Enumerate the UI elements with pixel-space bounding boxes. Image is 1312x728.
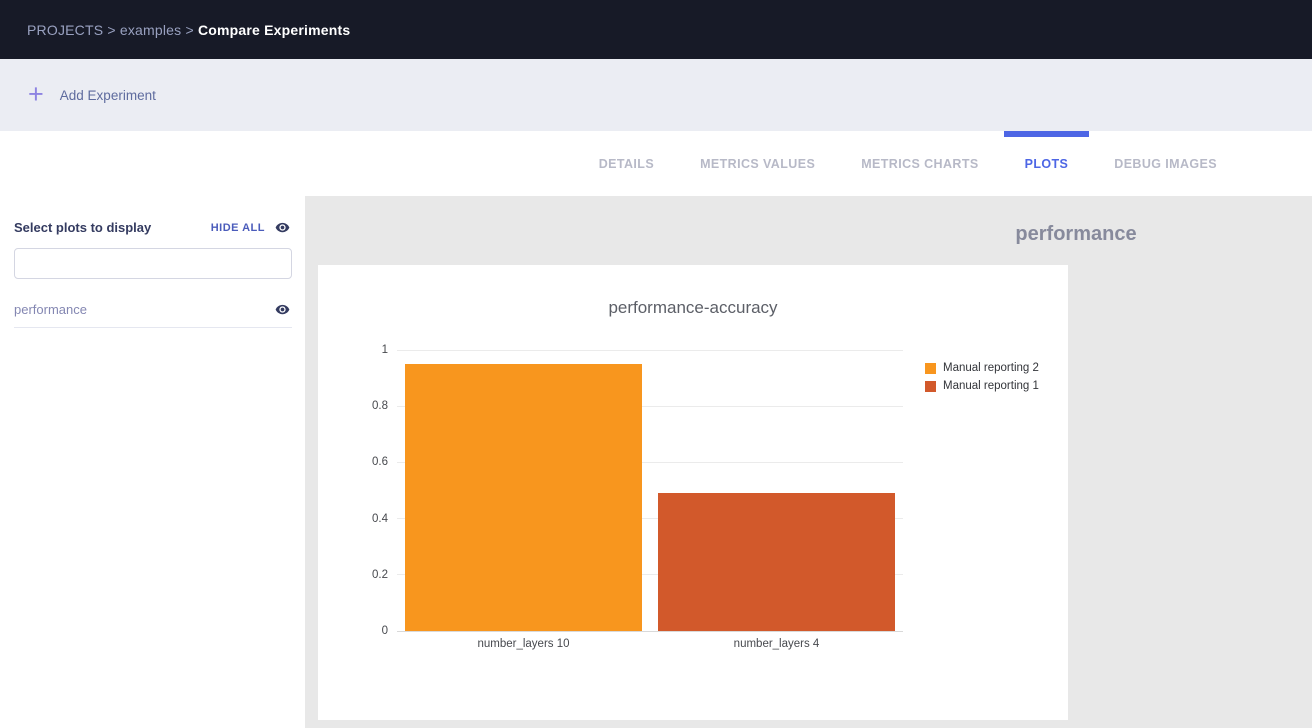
content: Select plots to display HIDE ALL perform…: [0, 196, 1312, 728]
app: PROJECTS > examples > Compare Experiment…: [0, 0, 1312, 728]
plot-item-label: performance: [14, 302, 87, 317]
add-experiment-button[interactable]: + Add Experiment: [28, 83, 156, 108]
eye-icon[interactable]: [273, 302, 292, 317]
breadcrumb-separator: >: [103, 22, 120, 38]
chart-legend: Manual reporting 2 Manual reporting 1: [925, 362, 1039, 392]
plot-card: performance-accuracy 00.20.40.60.81numbe…: [318, 265, 1068, 720]
sidebar: Select plots to display HIDE ALL perform…: [0, 196, 305, 728]
legend-item[interactable]: Manual reporting 1: [925, 380, 1039, 392]
eye-icon: [273, 220, 292, 235]
x-tick-label: number_layers 4: [650, 638, 903, 650]
breadcrumb-item[interactable]: examples: [120, 22, 182, 38]
breadcrumb-separator: >: [181, 22, 198, 38]
y-tick-label: 0.2: [372, 568, 388, 582]
hide-all-label: HIDE ALL: [211, 222, 265, 234]
legend-swatch: [925, 363, 936, 374]
toolbar: + Add Experiment: [0, 59, 1312, 131]
breadcrumb-item: Compare Experiments: [198, 22, 350, 38]
plot-area: 00.20.40.60.81number_layers 10number_lay…: [397, 350, 903, 631]
legend-item[interactable]: Manual reporting 2: [925, 362, 1039, 374]
tab-details[interactable]: DETAILS: [578, 131, 675, 196]
y-tick-label: 0.4: [372, 512, 388, 526]
gridline: [397, 350, 903, 351]
chart-title: performance-accuracy: [318, 298, 1068, 318]
sidebar-header: Select plots to display HIDE ALL: [14, 220, 292, 235]
legend-swatch: [925, 381, 936, 392]
tab-bar: DETAILSMETRICS VALUESMETRICS CHARTSPLOTS…: [0, 131, 1312, 196]
tab-debug-images[interactable]: DEBUG IMAGES: [1093, 131, 1238, 196]
breadcrumb-item[interactable]: PROJECTS: [27, 22, 103, 38]
add-experiment-label: Add Experiment: [60, 88, 156, 103]
bar-number_layers-4[interactable]: [658, 493, 896, 631]
bar-number_layers-10[interactable]: [405, 364, 643, 631]
sidebar-title: Select plots to display: [14, 220, 151, 235]
breadcrumb-bar: PROJECTS > examples > Compare Experiment…: [0, 0, 1312, 59]
legend-label: Manual reporting 1: [943, 380, 1039, 392]
x-tick-label: number_layers 10: [397, 638, 650, 650]
breadcrumb: PROJECTS > examples > Compare Experiment…: [27, 22, 350, 38]
plots-panel: performance performance-accuracy 00.20.4…: [305, 196, 1312, 728]
legend-label: Manual reporting 2: [943, 362, 1039, 374]
tab-metrics-values[interactable]: METRICS VALUES: [679, 131, 836, 196]
plus-icon: +: [28, 81, 44, 108]
plot-group-title: performance: [1015, 223, 1136, 246]
plot-filter-input[interactable]: [14, 248, 292, 279]
y-tick-label: 0: [382, 624, 388, 638]
y-tick-label: 0.8: [372, 399, 388, 413]
plot-list-item[interactable]: performance: [14, 294, 292, 328]
tab-metrics-charts[interactable]: METRICS CHARTS: [840, 131, 999, 196]
y-tick-label: 0.6: [372, 455, 388, 469]
hide-all-button[interactable]: HIDE ALL: [211, 220, 292, 235]
y-tick-label: 1: [382, 343, 388, 357]
tab-plots[interactable]: PLOTS: [1004, 131, 1090, 196]
plot-list: performance: [14, 294, 292, 328]
